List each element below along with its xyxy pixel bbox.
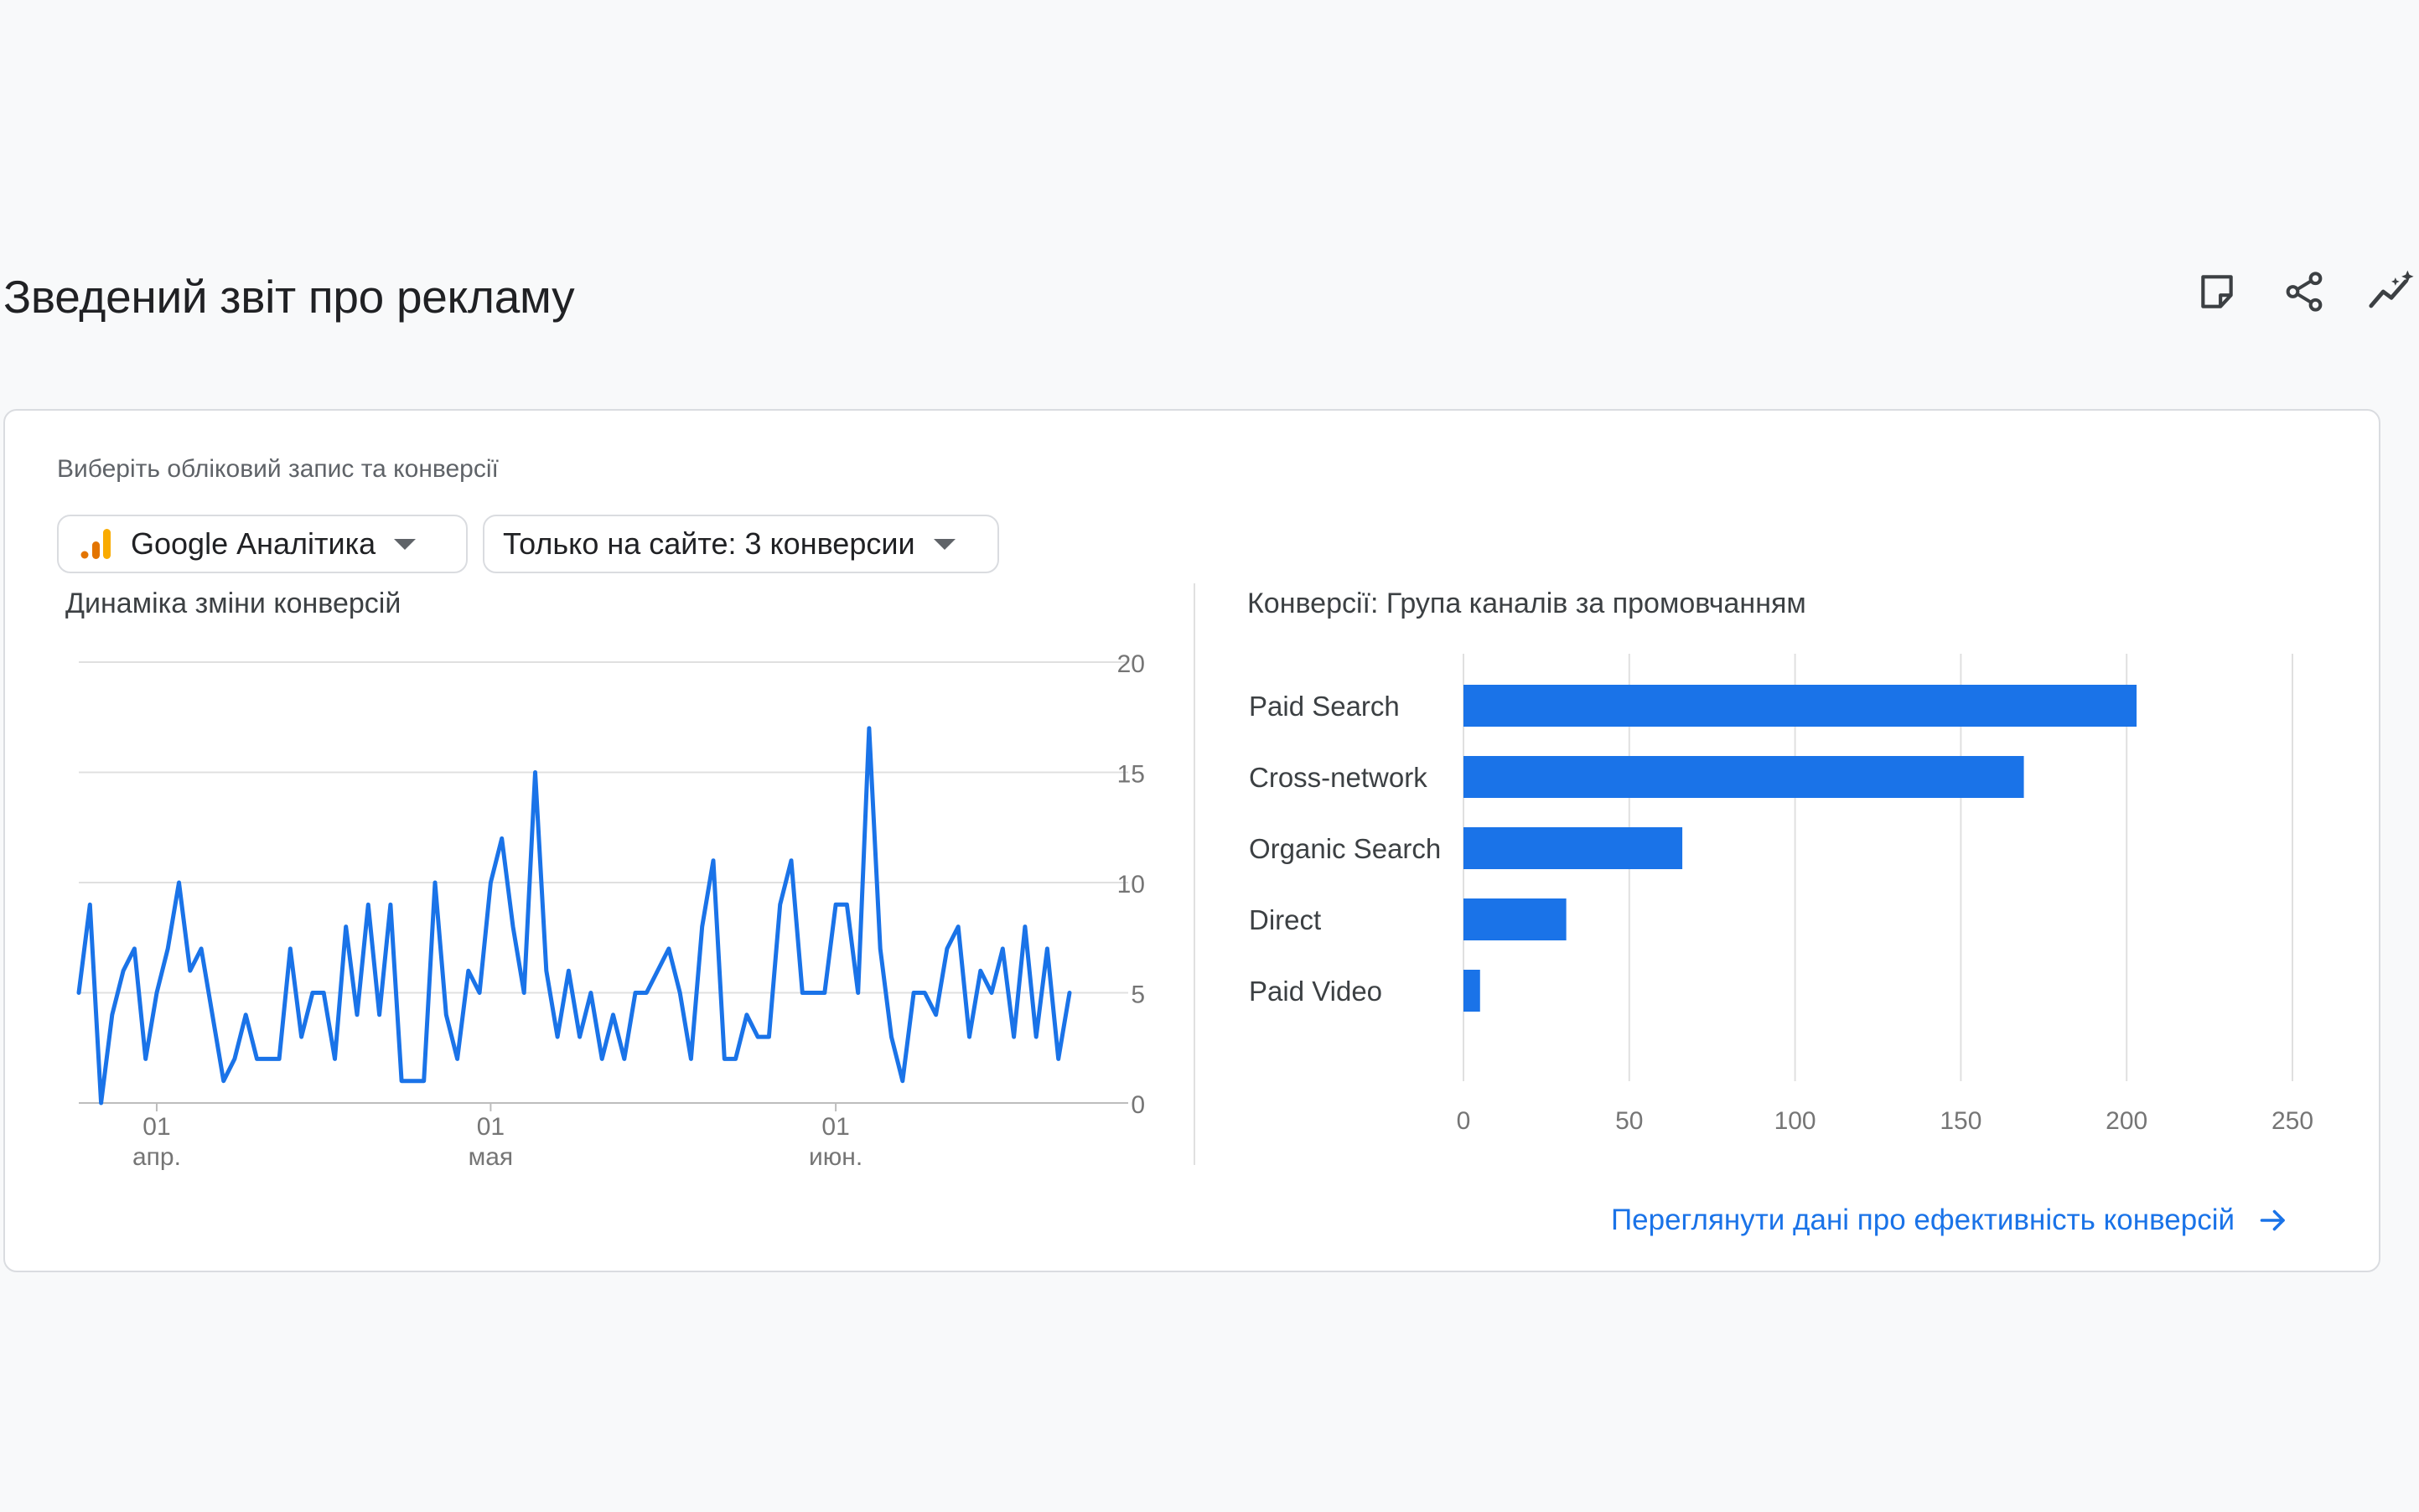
category-label: Direct xyxy=(1249,904,1321,935)
x-tick-label: 01 xyxy=(821,1113,849,1141)
account-dropdown-value: Google Аналітика xyxy=(131,526,376,561)
y-tick-label: 10 xyxy=(1117,871,1145,898)
chevron-down-icon xyxy=(394,538,417,550)
category-label: Cross-network xyxy=(1249,762,1427,793)
x-tick-label: 01 xyxy=(142,1113,170,1141)
x-tick-label: апр. xyxy=(132,1143,181,1171)
ads-summary-card: Виберіть обліковий запис та конверсії Go… xyxy=(3,409,2380,1272)
bar xyxy=(1463,898,1567,940)
x-tick-label: мая xyxy=(469,1143,514,1171)
category-label: Paid Video xyxy=(1249,976,1382,1007)
header-actions xyxy=(2188,264,2419,323)
x-tick-label: 150 xyxy=(1940,1107,1981,1135)
conversion-dropdown-value: Только на сайте: 3 конверсии xyxy=(503,526,915,561)
bar xyxy=(1463,970,1480,1012)
y-tick-label: 20 xyxy=(1117,650,1145,678)
x-tick-label: 100 xyxy=(1774,1107,1816,1135)
bar xyxy=(1463,756,2024,798)
bar-chart-title: Конверсії: Група каналів за промовчанням xyxy=(1247,588,1806,619)
page-title: Зведений звіт про рекламу xyxy=(3,271,575,323)
share-icon xyxy=(2282,269,2327,318)
google-analytics-logo xyxy=(77,526,114,562)
x-tick-label: 250 xyxy=(2271,1107,2313,1135)
x-tick-label: 0 xyxy=(1457,1107,1471,1135)
select-account-label: Виберіть обліковий запис та конверсії xyxy=(57,455,499,483)
channel-group-bar-chart: 0 50 100 150 200 250 Paid Search Cross-network O… xyxy=(1249,654,2313,1135)
bar xyxy=(1463,685,2137,727)
view-conversion-performance-label: Переглянути дані про ефективність конвер… xyxy=(1611,1204,2235,1236)
bar xyxy=(1463,827,1683,869)
conversion-series-line xyxy=(76,726,1072,1106)
y-tick-label: 5 xyxy=(1131,981,1145,1009)
account-dropdown[interactable]: Google Аналітика xyxy=(57,515,468,573)
x-tick-label: 200 xyxy=(2106,1107,2147,1135)
chart-divider xyxy=(1194,583,1195,1165)
conversion-dropdown[interactable]: Только на сайте: 3 конверсии xyxy=(483,515,999,573)
insights-button[interactable] xyxy=(2362,264,2419,323)
x-tick-label: 01 xyxy=(477,1113,505,1141)
category-label: Paid Search xyxy=(1249,691,1400,722)
x-tick-label: 50 xyxy=(1615,1107,1643,1135)
y-tick-label: 0 xyxy=(1131,1091,1145,1119)
category-label: Organic Search xyxy=(1249,833,1441,864)
share-button[interactable] xyxy=(2275,264,2334,323)
chevron-down-icon xyxy=(933,538,956,550)
view-conversion-performance-link[interactable]: Переглянути дані про ефективність конвер… xyxy=(1611,1202,2288,1239)
line-chart-title: Динаміка зміни конверсій xyxy=(65,588,401,619)
y-tick-label: 15 xyxy=(1117,761,1145,789)
x-tick-label: июн. xyxy=(809,1143,862,1171)
notes-icon xyxy=(2196,271,2238,317)
arrow-right-icon xyxy=(2258,1205,2288,1235)
insights-icon xyxy=(2367,267,2416,320)
notes-button[interactable] xyxy=(2188,264,2246,323)
conversion-trend-chart: 0510152001апр.01мая01июн. xyxy=(76,650,1145,1171)
